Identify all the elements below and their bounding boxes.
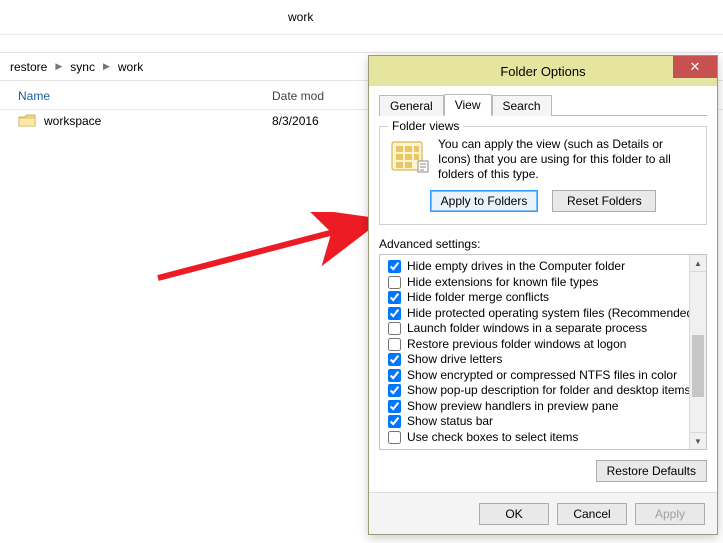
crumb-work[interactable]: work bbox=[112, 60, 149, 74]
dialog-title-bar[interactable]: Folder Options ✕ bbox=[369, 56, 717, 86]
ok-button[interactable]: OK bbox=[479, 503, 549, 525]
advanced-item[interactable]: Show preview handlers in preview pane bbox=[388, 399, 687, 415]
close-button[interactable]: ✕ bbox=[673, 56, 717, 78]
advanced-item[interactable]: Use check boxes to select items bbox=[388, 430, 687, 446]
advanced-item-label: Show drive letters bbox=[407, 352, 502, 368]
close-icon: ✕ bbox=[690, 59, 701, 75]
tab-view[interactable]: View bbox=[444, 94, 492, 116]
checkbox[interactable] bbox=[388, 384, 401, 397]
advanced-item-label: Restore previous folder windows at logon bbox=[407, 337, 626, 353]
tabstrip: General View Search bbox=[379, 92, 707, 116]
advanced-item[interactable]: Hide protected operating system files (R… bbox=[388, 306, 687, 322]
folder-icon bbox=[18, 114, 36, 128]
advanced-item-label: Use check boxes to select items bbox=[407, 430, 578, 446]
advanced-item-label: Hide folder merge conflicts bbox=[407, 290, 549, 306]
advanced-settings-label: Advanced settings: bbox=[379, 237, 707, 251]
advanced-item-label: Show status bar bbox=[407, 414, 493, 430]
advanced-item[interactable]: Launch folder windows in a separate proc… bbox=[388, 321, 687, 337]
column-date[interactable]: Date mod bbox=[272, 89, 372, 103]
cancel-button[interactable]: Cancel bbox=[557, 503, 627, 525]
chevron-right-icon: ▶ bbox=[53, 61, 64, 72]
restore-defaults-button[interactable]: Restore Defaults bbox=[596, 460, 707, 482]
scroll-up-icon[interactable]: ▲ bbox=[690, 255, 706, 272]
checkbox[interactable] bbox=[388, 276, 401, 289]
checkbox[interactable] bbox=[388, 260, 401, 273]
advanced-item-label: Hide empty drives in the Computer folder bbox=[407, 259, 625, 275]
column-name[interactable]: Name bbox=[0, 89, 272, 103]
advanced-item[interactable]: Show pop-up description for folder and d… bbox=[388, 383, 687, 399]
chevron-right-icon: ▶ bbox=[101, 61, 112, 72]
advanced-item-label: Show pop-up description for folder and d… bbox=[407, 383, 689, 399]
group-legend: Folder views bbox=[388, 119, 463, 133]
folder-view-icon bbox=[390, 139, 430, 175]
reset-folders-button[interactable]: Reset Folders bbox=[552, 190, 656, 212]
window-title: work bbox=[0, 0, 723, 35]
dialog-title: Folder Options bbox=[500, 64, 585, 79]
advanced-item[interactable]: Hide empty drives in the Computer folder bbox=[388, 259, 687, 275]
crumb-sync[interactable]: sync bbox=[64, 60, 101, 74]
advanced-item[interactable]: Restore previous folder windows at logon bbox=[388, 337, 687, 353]
folder-options-dialog: Folder Options ✕ General View Search Fol… bbox=[368, 55, 718, 535]
scroll-thumb[interactable] bbox=[692, 335, 704, 397]
checkbox[interactable] bbox=[388, 369, 401, 382]
checkbox[interactable] bbox=[388, 338, 401, 351]
advanced-item-label: Show preview handlers in preview pane bbox=[407, 399, 618, 415]
checkbox[interactable] bbox=[388, 400, 401, 413]
checkbox[interactable] bbox=[388, 415, 401, 428]
advanced-item-label: Hide extensions for known file types bbox=[407, 275, 598, 291]
file-name: workspace bbox=[44, 114, 272, 128]
advanced-item[interactable]: Show encrypted or compressed NTFS files … bbox=[388, 368, 687, 384]
checkbox[interactable] bbox=[388, 307, 401, 320]
folder-views-text: You can apply the view (such as Details … bbox=[438, 137, 698, 182]
crumb-restore[interactable]: restore bbox=[4, 60, 53, 74]
advanced-settings-list: Hide empty drives in the Computer folder… bbox=[379, 254, 707, 450]
advanced-item-label: Hide protected operating system files (R… bbox=[407, 306, 689, 322]
toolbar-region bbox=[0, 35, 723, 53]
annotation-arrow bbox=[152, 212, 392, 302]
tab-general[interactable]: General bbox=[379, 95, 444, 116]
dialog-footer: OK Cancel Apply bbox=[369, 492, 717, 534]
advanced-item[interactable]: Hide extensions for known file types bbox=[388, 275, 687, 291]
advanced-item[interactable]: Show drive letters bbox=[388, 352, 687, 368]
tab-search[interactable]: Search bbox=[492, 95, 552, 116]
checkbox[interactable] bbox=[388, 431, 401, 444]
scrollbar[interactable]: ▲ ▼ bbox=[689, 255, 706, 449]
folder-views-group: Folder views You can apply the view (suc… bbox=[379, 126, 707, 225]
advanced-item[interactable]: Hide folder merge conflicts bbox=[388, 290, 687, 306]
apply-button[interactable]: Apply bbox=[635, 503, 705, 525]
advanced-item-label: Launch folder windows in a separate proc… bbox=[407, 321, 647, 337]
checkbox[interactable] bbox=[388, 322, 401, 335]
scroll-down-icon[interactable]: ▼ bbox=[690, 432, 706, 449]
apply-to-folders-button[interactable]: Apply to Folders bbox=[430, 190, 539, 212]
advanced-item-label: Show encrypted or compressed NTFS files … bbox=[407, 368, 677, 384]
checkbox[interactable] bbox=[388, 353, 401, 366]
advanced-item[interactable]: Show status bar bbox=[388, 414, 687, 430]
checkbox[interactable] bbox=[388, 291, 401, 304]
